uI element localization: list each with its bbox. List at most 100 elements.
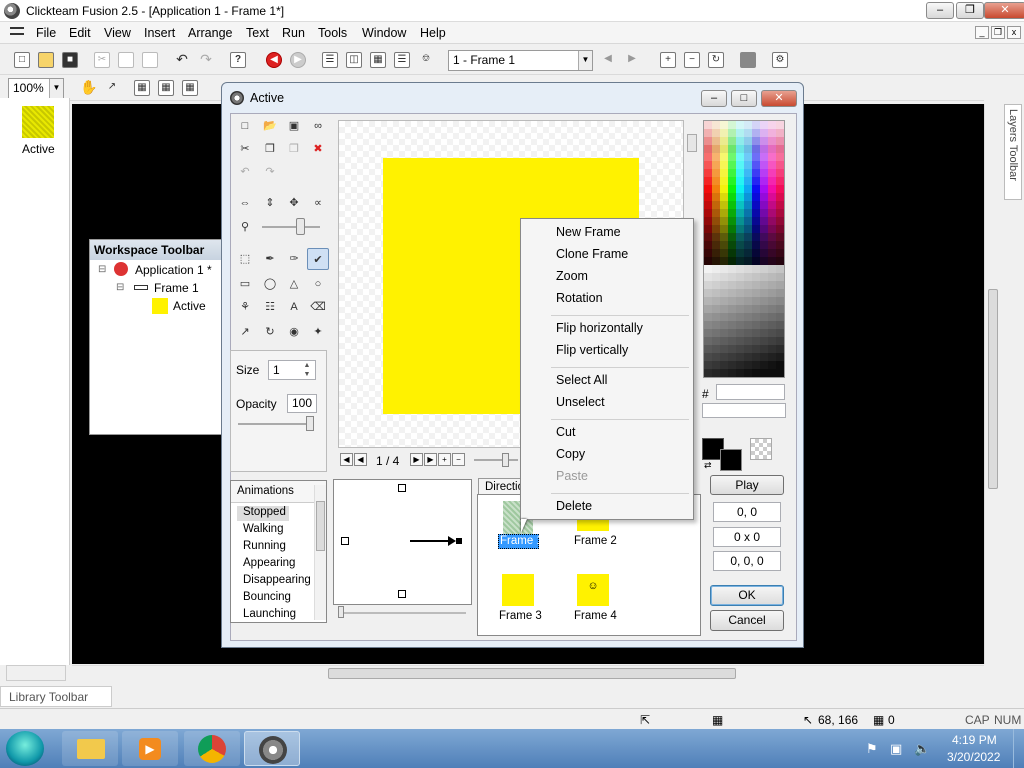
- palette-swatch[interactable]: [768, 281, 776, 289]
- hex-color-input[interactable]: [716, 384, 785, 400]
- palette-swatch[interactable]: [712, 129, 720, 137]
- palette-swatch[interactable]: [768, 241, 776, 249]
- palette-swatch[interactable]: [776, 161, 784, 169]
- palette-swatch[interactable]: [752, 169, 760, 177]
- menu-flip-horizontally[interactable]: Flip horizontally: [556, 321, 643, 335]
- tray-volume-icon[interactable]: 🔈: [914, 741, 930, 757]
- palette-swatch[interactable]: [744, 289, 752, 297]
- palette-swatch[interactable]: [712, 345, 720, 353]
- palette-swatch[interactable]: [744, 153, 752, 161]
- palette-swatch[interactable]: [712, 281, 720, 289]
- palette-swatch[interactable]: [712, 265, 720, 273]
- palette-swatch[interactable]: [712, 193, 720, 201]
- clock-time[interactable]: 4:19 PM: [952, 733, 997, 747]
- palette-swatch[interactable]: [712, 161, 720, 169]
- open-image-icon[interactable]: 📂: [261, 117, 279, 135]
- palette-swatch[interactable]: [768, 185, 776, 193]
- palette-swatch[interactable]: [760, 289, 768, 297]
- save-image-icon[interactable]: ▣: [285, 117, 303, 135]
- horizontal-scroll-thumb[interactable]: [328, 668, 736, 679]
- dialog-minimize-button[interactable]: –: [701, 90, 727, 107]
- palette-swatch[interactable]: [720, 145, 728, 153]
- palette-swatch[interactable]: [704, 249, 712, 257]
- grid-icon[interactable]: ▦: [134, 80, 150, 96]
- palette-swatch[interactable]: [736, 265, 744, 273]
- start-button[interactable]: [6, 731, 44, 766]
- menu-tools[interactable]: Tools: [318, 26, 347, 40]
- redo-icon[interactable]: ↷: [198, 52, 214, 68]
- palette-swatch[interactable]: [776, 153, 784, 161]
- palette-swatch[interactable]: [712, 369, 720, 377]
- palette-swatch[interactable]: [728, 257, 736, 265]
- palette-swatch[interactable]: [704, 305, 712, 313]
- palette-swatch[interactable]: [776, 345, 784, 353]
- palette-swatch[interactable]: [728, 225, 736, 233]
- palette-swatch[interactable]: [776, 265, 784, 273]
- canvas-scroll-thumb[interactable]: [687, 134, 697, 152]
- palette-swatch[interactable]: [712, 121, 720, 129]
- palette-swatch[interactable]: [728, 129, 736, 137]
- palette-swatch[interactable]: [736, 153, 744, 161]
- menu-help[interactable]: Help: [420, 26, 446, 40]
- palette-swatch[interactable]: [704, 201, 712, 209]
- direction-right-marker[interactable]: [456, 538, 462, 544]
- palette-swatch[interactable]: [752, 369, 760, 377]
- palette-swatch[interactable]: [776, 121, 784, 129]
- palette-swatch[interactable]: [720, 185, 728, 193]
- snap-icon[interactable]: ▦: [158, 80, 174, 96]
- menu-zoom[interactable]: Zoom: [556, 269, 588, 283]
- palette-swatch[interactable]: [712, 361, 720, 369]
- resize-icon[interactable]: ✥: [285, 194, 303, 212]
- palette-swatch[interactable]: [720, 225, 728, 233]
- palette-swatch[interactable]: [776, 193, 784, 201]
- palette-swatch[interactable]: [728, 321, 736, 329]
- palette-swatch[interactable]: [760, 201, 768, 209]
- palette-swatch[interactable]: [720, 129, 728, 137]
- palette-swatch[interactable]: [752, 345, 760, 353]
- palette-swatch[interactable]: [720, 217, 728, 225]
- rectangle-icon[interactable]: ▭: [236, 275, 254, 293]
- speed-slider-thumb[interactable]: [338, 606, 344, 618]
- palette-swatch[interactable]: [760, 121, 768, 129]
- direction-handle[interactable]: [341, 537, 349, 545]
- palette-swatch[interactable]: [704, 329, 712, 337]
- pointer-icon[interactable]: ↗: [104, 80, 120, 96]
- menu-unselect[interactable]: Unselect: [556, 395, 605, 409]
- palette-swatch[interactable]: [760, 361, 768, 369]
- layers-toolbar-tab[interactable]: Layers Toolbar: [1004, 104, 1022, 200]
- menu-run[interactable]: Run: [282, 26, 305, 40]
- palette-swatch[interactable]: [728, 121, 736, 129]
- mdi-restore-button[interactable]: ❐: [991, 26, 1005, 39]
- palette-swatch[interactable]: [744, 257, 752, 265]
- spray-icon[interactable]: ☷: [261, 298, 279, 316]
- fill-icon[interactable]: ⚘: [236, 298, 254, 316]
- frame-slider-thumb[interactable]: [502, 453, 509, 467]
- menu-window[interactable]: Window: [362, 26, 406, 40]
- polygon-icon[interactable]: △: [285, 275, 303, 293]
- palette-swatch[interactable]: [736, 241, 744, 249]
- left-panel-scrollbar[interactable]: [6, 665, 66, 681]
- palette-swatch[interactable]: [728, 281, 736, 289]
- palette-swatch[interactable]: [752, 217, 760, 225]
- tree-active-object[interactable]: Active: [173, 299, 206, 313]
- palette-swatch[interactable]: [720, 249, 728, 257]
- delete-tool-icon[interactable]: ✖: [309, 140, 327, 158]
- palette-swatch[interactable]: [776, 177, 784, 185]
- palette-swatch[interactable]: [744, 161, 752, 169]
- rotate-icon[interactable]: ∝: [309, 194, 327, 212]
- eyedropper-icon[interactable]: ✒: [261, 250, 279, 268]
- palette-swatch[interactable]: [712, 201, 720, 209]
- palette-swatch[interactable]: [712, 353, 720, 361]
- palette-swatch[interactable]: [704, 369, 712, 377]
- undo-icon[interactable]: ↶: [174, 52, 190, 68]
- palette-swatch[interactable]: [704, 121, 712, 129]
- palette-swatch[interactable]: [744, 241, 752, 249]
- palette-swatch[interactable]: [776, 289, 784, 297]
- palette-swatch[interactable]: [752, 209, 760, 217]
- palette-swatch[interactable]: [704, 129, 712, 137]
- palette-swatch[interactable]: [776, 145, 784, 153]
- palette-swatch[interactable]: [744, 305, 752, 313]
- palette-swatch[interactable]: [712, 153, 720, 161]
- palette-swatch[interactable]: [760, 313, 768, 321]
- palette-swatch[interactable]: [744, 217, 752, 225]
